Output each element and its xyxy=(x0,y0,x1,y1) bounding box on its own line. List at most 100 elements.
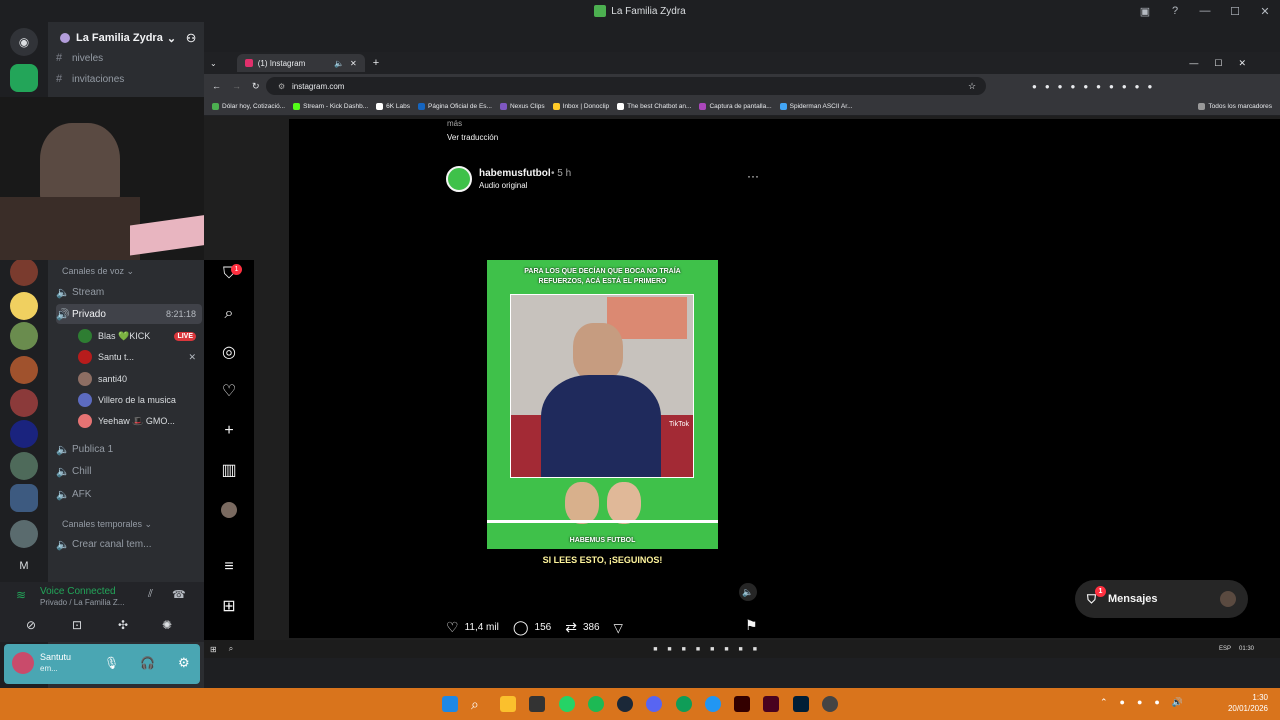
avatar[interactable] xyxy=(12,652,34,674)
new-tab-button[interactable]: + xyxy=(373,57,379,69)
voice-status-subtitle[interactable]: Privado / La Familia Z... xyxy=(40,598,124,607)
voice-channel[interactable]: 🔈 Crear canal tem... xyxy=(56,534,202,554)
bookmark-item[interactable]: Captura de pantalla... xyxy=(699,103,772,110)
app-icon[interactable] xyxy=(705,696,721,712)
repost-count[interactable]: 386 xyxy=(583,622,600,633)
bookmark-item[interactable]: Inbox | Donoclip xyxy=(552,103,609,110)
voice-user[interactable]: santi40 xyxy=(78,370,202,388)
taskbar-clock[interactable]: 1:30 20/01/2026 xyxy=(1228,692,1268,714)
screen-share-icon[interactable]: ⊡ xyxy=(72,618,82,632)
voice-channel[interactable]: 🔈 Chill xyxy=(56,461,202,481)
inbox-icon[interactable]: ▣ xyxy=(1130,5,1160,18)
server-icon[interactable] xyxy=(10,64,38,92)
profile-avatar[interactable] xyxy=(221,502,237,518)
voice-user[interactable]: Villero de la musica xyxy=(78,391,202,409)
browser-window-controls[interactable]: —☐✕ xyxy=(1189,58,1262,69)
file-explorer-icon[interactable] xyxy=(500,696,516,712)
url-text[interactable]: instagram.com xyxy=(292,82,344,91)
temp-category[interactable]: Canales temporales ⌄ xyxy=(62,519,152,530)
comment-count[interactable]: 156 xyxy=(535,622,552,633)
browser-icon[interactable] xyxy=(676,696,692,712)
activities-icon[interactable]: ✣ xyxy=(118,618,128,632)
caption-more[interactable]: más xyxy=(447,119,462,128)
audio-icon[interactable]: 🔈 xyxy=(334,59,344,68)
bookmark-item[interactable]: Spiderman ASCII Ar... xyxy=(779,103,853,110)
forward-icon[interactable]: → xyxy=(232,81,241,91)
explore-icon[interactable]: ◎ xyxy=(219,343,239,363)
avatar[interactable] xyxy=(446,166,472,192)
settings-icon[interactable]: ⚙ xyxy=(178,655,190,671)
steam-icon[interactable] xyxy=(617,696,633,712)
bookmark-item[interactable]: Página Oficial de Es... xyxy=(418,103,492,110)
menu-icon[interactable]: ≡ xyxy=(219,557,239,577)
server-icon[interactable] xyxy=(10,356,38,384)
bookmark-item[interactable]: The best Chatbot an... xyxy=(617,103,691,110)
help-icon[interactable]: ? xyxy=(1160,5,1190,17)
messages-button[interactable]: ⛉ 1 Mensajes xyxy=(1075,580,1248,618)
heart-icon[interactable]: ♡ xyxy=(219,382,239,402)
bookmark-star-icon[interactable]: ☆ xyxy=(968,81,976,92)
back-icon[interactable]: ← xyxy=(212,81,221,91)
system-tray-icons[interactable]: ⌃●●●🔊 xyxy=(1100,697,1195,708)
create-icon[interactable]: + xyxy=(219,421,239,441)
voice-channel[interactable]: 🔈 Publica 1 xyxy=(56,439,202,459)
discord-home-icon[interactable]: ◉ xyxy=(10,28,38,56)
search-icon[interactable]: ⌕ xyxy=(219,304,239,324)
minimize-button[interactable]: — xyxy=(1190,5,1220,17)
comment-icon[interactable]: ◯ xyxy=(513,619,529,636)
extension-icons[interactable]: ●●●●●●●●●● xyxy=(1032,82,1160,91)
start-icon[interactable] xyxy=(442,696,458,712)
server-icon[interactable] xyxy=(10,292,38,320)
discord-icon[interactable] xyxy=(646,696,662,712)
illustrator-icon[interactable] xyxy=(734,696,750,712)
server-folder-icon[interactable] xyxy=(10,484,38,512)
microphone-icon[interactable]: 🎙 xyxy=(104,656,119,670)
more-options-icon[interactable]: ··· xyxy=(747,169,759,183)
server-icon[interactable] xyxy=(10,322,38,350)
save-icon[interactable]: ⚑ xyxy=(745,617,758,634)
voice-channel[interactable]: 🔈 AFK xyxy=(56,484,202,504)
like-icon[interactable]: ♡ xyxy=(446,619,459,636)
share-icon[interactable]: ▽ xyxy=(614,621,623,635)
server-icon[interactable] xyxy=(10,520,38,548)
close-button[interactable]: ✕ xyxy=(1250,5,1280,18)
voice-channel-stream[interactable]: 🔈 Stream xyxy=(56,282,202,302)
spotify-icon[interactable] xyxy=(588,696,604,712)
add-member-icon[interactable]: ⚇ xyxy=(186,32,196,45)
terminal-icon[interactable] xyxy=(529,696,545,712)
close-tab-icon[interactable]: ✕ xyxy=(350,59,357,68)
voice-category[interactable]: Canales de voz ⌄ xyxy=(62,266,134,277)
post-video[interactable]: PARA LOS QUE DECÍAN QUE BOCA NO TRAÍA RE… xyxy=(439,200,767,608)
headphones-icon[interactable]: 🎧 xyxy=(140,656,155,670)
camera-off-icon[interactable]: ⊘ xyxy=(26,618,36,632)
search-icon[interactable]: ⌕ xyxy=(471,696,487,712)
soundboard-icon[interactable]: ✺ xyxy=(162,618,172,632)
bookmark-item[interactable]: Dólar hoy, Cotizació... xyxy=(212,103,285,110)
whatsapp-icon[interactable] xyxy=(559,696,575,712)
photoshop-icon[interactable] xyxy=(793,696,809,712)
reload-icon[interactable]: ↻ xyxy=(252,81,260,92)
server-icon[interactable]: M xyxy=(10,552,38,580)
indesign-icon[interactable] xyxy=(763,696,779,712)
maximize-button[interactable]: ☐ xyxy=(1220,5,1250,18)
server-icon[interactable] xyxy=(10,258,38,286)
server-icon[interactable] xyxy=(10,452,38,480)
post-username[interactable]: habemusfutbol xyxy=(479,168,551,179)
repost-icon[interactable]: ⇄ xyxy=(565,619,577,636)
post-audio[interactable]: Audio original xyxy=(479,181,527,190)
noise-suppression-icon[interactable]: ⫽ xyxy=(148,588,153,601)
server-icon[interactable] xyxy=(10,389,38,417)
disconnect-icon[interactable]: ☎ xyxy=(172,588,186,601)
site-info-icon[interactable]: ⚙ xyxy=(278,82,285,91)
voice-user[interactable]: Blas 💚KICK LIVE xyxy=(78,327,202,345)
bookmark-item[interactable]: Stream - Kick Dashb... xyxy=(293,103,368,110)
all-bookmarks[interactable]: Todos los marcadores xyxy=(1198,103,1272,110)
bookmark-item[interactable]: Nexus Clips xyxy=(499,103,545,110)
server-icon[interactable] xyxy=(10,420,38,448)
tab-instagram[interactable]: (1) Instagram 🔈 ✕ xyxy=(236,54,365,72)
translate-link[interactable]: Ver traducción xyxy=(447,133,498,142)
mute-icon[interactable]: 🔈 xyxy=(739,583,757,601)
channel-item[interactable]: # invitaciones xyxy=(56,69,202,89)
app-icon[interactable] xyxy=(822,696,838,712)
like-count[interactable]: 11,4 mil xyxy=(465,622,499,633)
